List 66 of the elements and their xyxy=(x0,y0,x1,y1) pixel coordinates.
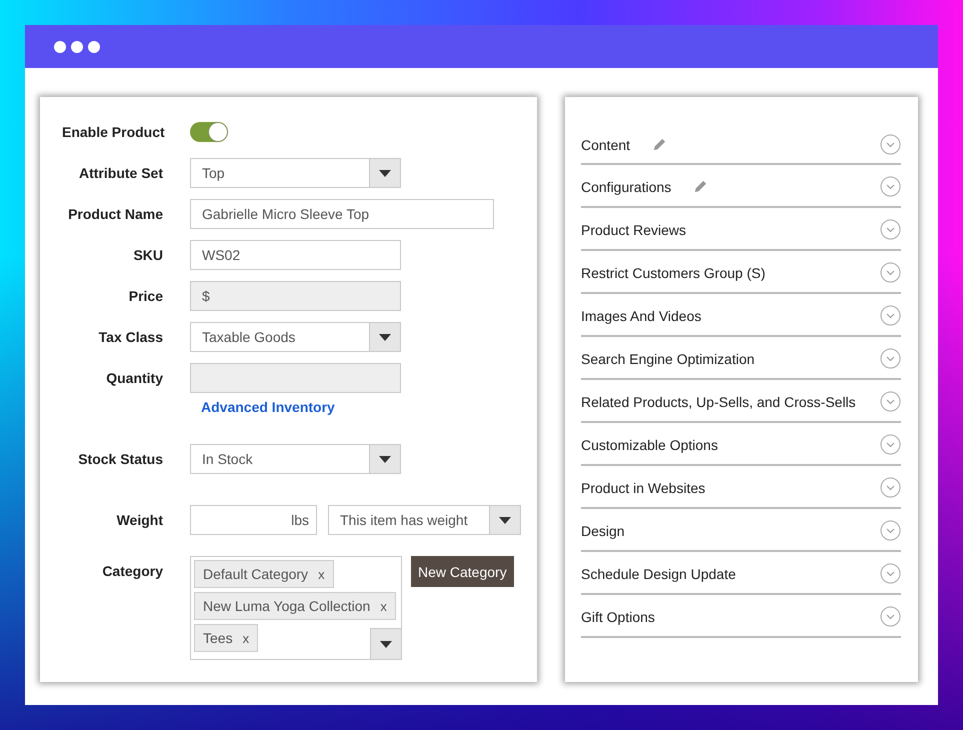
advanced-inventory-link[interactable]: Advanced Inventory xyxy=(190,399,401,415)
field-label: Price xyxy=(128,287,163,306)
remove-tag-button[interactable]: x xyxy=(242,630,250,646)
expand-icon[interactable] xyxy=(880,176,901,197)
dropdown-button[interactable] xyxy=(489,506,520,534)
dropdown-button[interactable] xyxy=(369,445,400,473)
expand-icon[interactable] xyxy=(880,520,901,541)
section-row[interactable]: Search Engine Optimization xyxy=(581,337,901,380)
select-field[interactable]: Taxable Goods xyxy=(190,322,401,352)
tag-label: New Luma Yoga Collection xyxy=(203,598,370,614)
caret-icon xyxy=(379,334,391,340)
section-row[interactable]: Content xyxy=(581,124,901,165)
select-field[interactable]: In Stock xyxy=(190,444,401,474)
expand-icon[interactable] xyxy=(880,477,901,498)
input-field[interactable]: Gabrielle Micro Sleeve Top xyxy=(190,199,494,229)
section-row[interactable]: Images And Videos xyxy=(581,294,901,337)
field-label: Product Name xyxy=(67,205,163,224)
new-category-button[interactable]: New Category xyxy=(411,556,514,587)
field-label: Weight xyxy=(116,511,163,530)
pencil-icon[interactable] xyxy=(652,137,668,152)
field-label: Category xyxy=(101,562,163,581)
select-field[interactable]: This item has weight xyxy=(328,505,521,535)
dropdown-button[interactable] xyxy=(370,628,401,659)
expand-icon[interactable] xyxy=(880,348,901,369)
expand-icon[interactable] xyxy=(880,563,901,584)
remove-tag-button[interactable]: x xyxy=(380,598,387,614)
select-field[interactable]: Top xyxy=(190,158,401,188)
expand-icon[interactable] xyxy=(880,606,901,627)
section-row[interactable]: Restrict Customers Group (S) xyxy=(581,251,901,294)
expand-icon[interactable] xyxy=(880,134,901,155)
expand-icon[interactable] xyxy=(880,434,901,455)
section-row[interactable]: Schedule Design Update xyxy=(581,552,901,595)
caret-icon xyxy=(379,170,391,176)
section-row[interactable]: Product Reviews xyxy=(581,208,901,251)
remove-tag-button[interactable]: x xyxy=(318,566,325,582)
dropdown-button[interactable] xyxy=(369,159,400,187)
field-label: Tax Class xyxy=(98,328,163,347)
dropdown-button[interactable] xyxy=(369,323,400,351)
expand-icon[interactable] xyxy=(880,219,901,240)
expand-icon[interactable] xyxy=(880,391,901,412)
expand-icon[interactable] xyxy=(880,305,901,326)
field-label: Quantity xyxy=(105,369,163,388)
section-row[interactable]: Configurations xyxy=(581,165,901,208)
caret-icon xyxy=(379,456,391,462)
section-row[interactable]: Customizable Options xyxy=(581,423,901,466)
field-label: Attribute Set xyxy=(78,164,163,183)
tag-label: Default Category xyxy=(203,566,308,582)
section-row[interactable]: Gift Options xyxy=(581,595,901,638)
category-field[interactable]: Default Category x New Luma Yoga Collection x Tees x xyxy=(190,556,402,660)
section-row[interactable]: Design xyxy=(581,509,901,552)
expand-icon[interactable] xyxy=(880,262,901,283)
weight-field[interactable]: lbs xyxy=(190,505,317,535)
tag-label: Tees xyxy=(203,630,233,646)
toggle-switch[interactable] xyxy=(190,122,228,142)
input-field[interactable]: WS02 xyxy=(190,240,401,270)
caret-icon xyxy=(499,516,511,524)
caret-icon xyxy=(380,640,392,648)
window-control[interactable] xyxy=(88,40,100,52)
field-label: Stock Status xyxy=(77,450,163,469)
window-control[interactable] xyxy=(54,40,66,52)
section-row[interactable]: Product in Websites xyxy=(581,466,901,509)
field-label: SKU xyxy=(132,246,163,265)
section-row[interactable]: Related Products, Up-Sells, and Cross-Sells xyxy=(581,380,901,423)
window-control[interactable] xyxy=(71,40,83,52)
pencil-icon[interactable] xyxy=(693,179,708,194)
field-label: Enable Product xyxy=(62,123,163,142)
